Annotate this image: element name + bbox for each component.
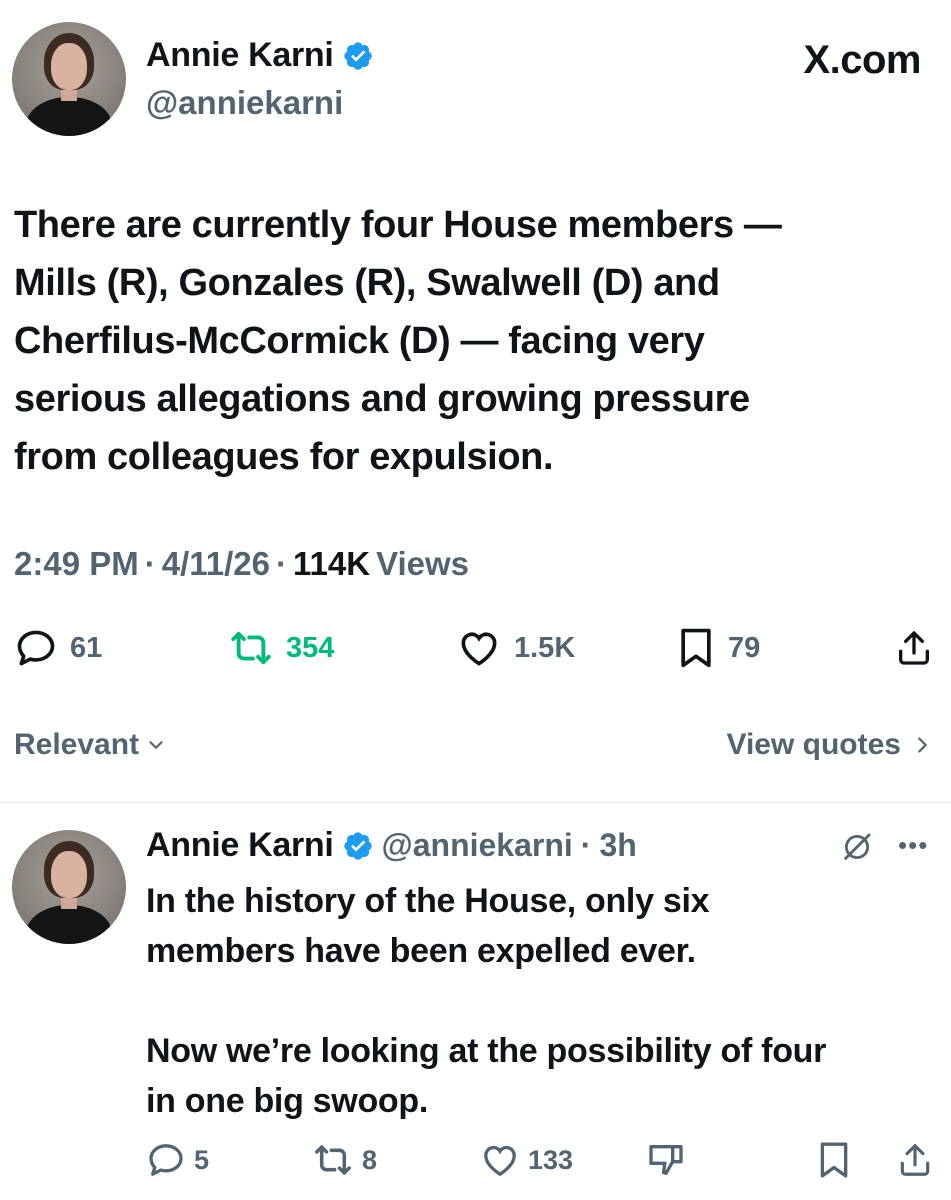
- more-icon: •••: [898, 830, 929, 860]
- heart-icon: [484, 1145, 516, 1177]
- reply-bookmark-button[interactable]: [816, 1140, 852, 1180]
- brand-label: X.com: [803, 38, 921, 82]
- tweet-time[interactable]: 2:49 PM: [14, 545, 139, 583]
- bookmark-count: 79: [728, 631, 761, 664]
- meta-separator: ·: [144, 545, 156, 582]
- heart-icon: [461, 632, 497, 666]
- reply-author-row[interactable]: Annie Karni @anniekarni · 3h: [146, 826, 637, 865]
- reply-age[interactable]: 3h: [599, 827, 636, 864]
- reply-display-name[interactable]: Annie Karni: [146, 826, 334, 865]
- tweet-date[interactable]: 4/11/26: [162, 545, 270, 583]
- chevron-right-icon: [918, 737, 927, 753]
- dislike-button[interactable]: [646, 1140, 686, 1180]
- bookmark-icon: [820, 1142, 848, 1178]
- views-count: 114K: [293, 545, 371, 582]
- reply-like-count: 133: [528, 1144, 574, 1175]
- reply-button[interactable]: 61: [14, 626, 102, 670]
- tweet-meta: 2:49 PM · 4/11/26 · 114K Views: [14, 545, 469, 583]
- bookmark-icon: [681, 628, 711, 668]
- view-quotes-label: View quotes: [726, 728, 902, 761]
- more-button[interactable]: •••: [898, 830, 928, 861]
- view-quotes-link[interactable]: View quotes: [727, 728, 934, 762]
- reply-share-button[interactable]: [896, 1140, 934, 1180]
- sort-dropdown[interactable]: Relevant: [14, 728, 167, 762]
- tweet-actions: 61 354 1.5K 79: [0, 626, 951, 676]
- reply-avatar[interactable]: [12, 830, 126, 944]
- reply-text: In the history of the House, only six me…: [146, 882, 827, 1120]
- verified-badge-icon: [343, 41, 372, 70]
- meta-separator: ·: [580, 827, 592, 863]
- repost-icon: [315, 1145, 351, 1175]
- share-button[interactable]: [894, 626, 934, 670]
- grok-icon: [844, 833, 871, 860]
- reply-repost-count: 8: [362, 1144, 378, 1175]
- like-button[interactable]: 1.5K: [456, 626, 575, 670]
- reply-icon: [17, 630, 55, 666]
- repost-count: 354: [286, 631, 335, 664]
- bookmark-button[interactable]: 79: [676, 626, 760, 670]
- reply-like-button[interactable]: 133: [480, 1140, 573, 1180]
- reply-count: 61: [70, 631, 103, 664]
- avatar[interactable]: [12, 22, 126, 136]
- display-name[interactable]: Annie Karni: [146, 36, 334, 75]
- like-count: 1.5K: [514, 631, 576, 664]
- grok-button[interactable]: [840, 830, 874, 869]
- thumbs-down-icon: [649, 1145, 683, 1175]
- reply-reply-count: 5: [194, 1144, 210, 1175]
- verified-badge-icon: [343, 831, 372, 860]
- reply-repost-button[interactable]: 8: [312, 1140, 377, 1180]
- repost-icon: [231, 631, 271, 665]
- sort-label: Relevant: [14, 728, 140, 761]
- chevron-down-icon: [149, 741, 163, 749]
- views-label: Views: [376, 545, 470, 582]
- meta-separator: ·: [276, 545, 287, 582]
- author-name-row[interactable]: Annie Karni: [146, 36, 374, 75]
- share-icon: [899, 631, 929, 665]
- repost-button[interactable]: 354: [228, 626, 334, 670]
- reply-actions: 5 8 133: [0, 1138, 951, 1182]
- share-icon: [900, 1144, 930, 1176]
- reply-icon: [149, 1144, 183, 1176]
- reply-handle[interactable]: @anniekarni: [382, 827, 573, 864]
- divider: [0, 802, 951, 803]
- author-handle[interactable]: @anniekarni: [146, 84, 343, 122]
- reply-reply-button[interactable]: 5: [146, 1140, 209, 1180]
- tweet-text: There are currently four House members —…: [14, 204, 782, 478]
